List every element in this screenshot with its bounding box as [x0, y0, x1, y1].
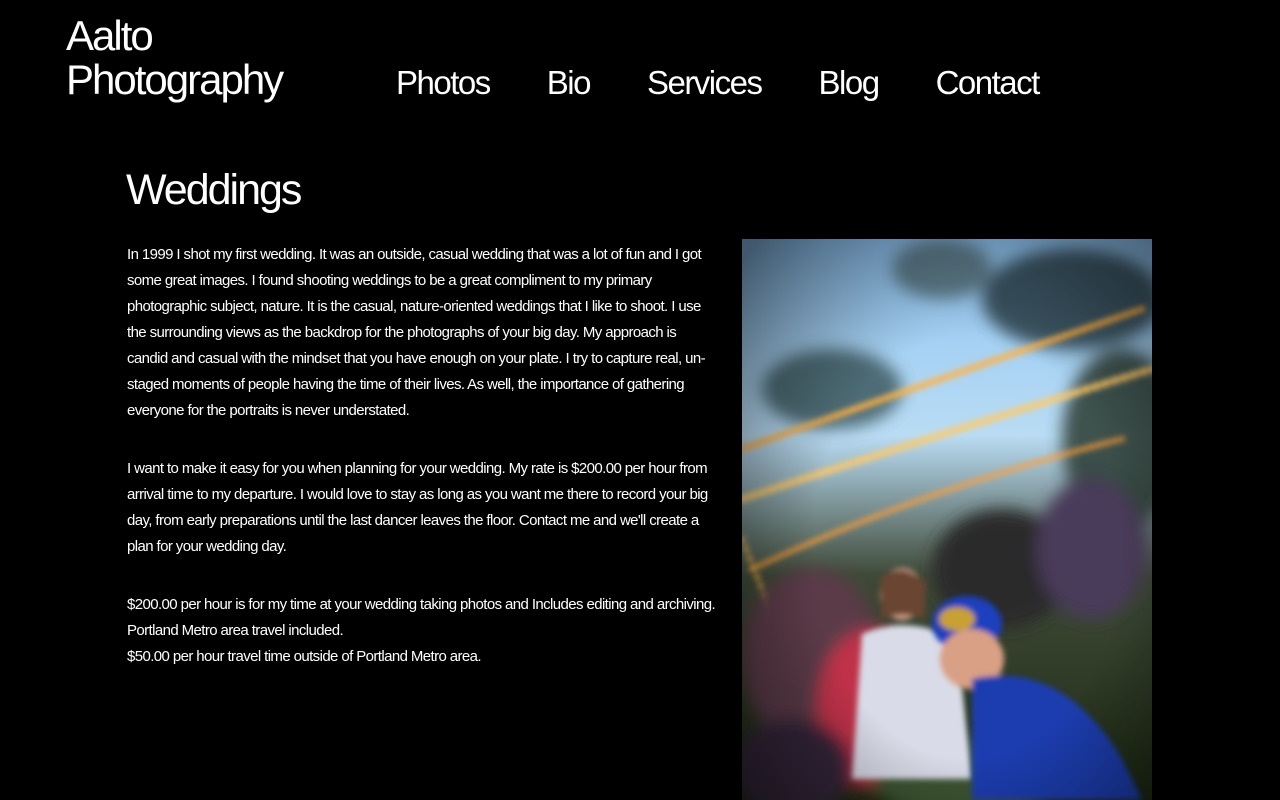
page: Aalto Photography Photos Bio Services Bl…	[0, 0, 1280, 800]
logo-line-1: Aalto	[66, 12, 154, 59]
nav-item-contact[interactable]: Contact	[936, 62, 1041, 104]
pricing-paragraph: I want to make it easy for you when plan…	[127, 460, 708, 555]
nav-item-photos[interactable]: Photos	[396, 62, 491, 104]
rate-line-travel-included: Portland Metro area travel included.	[127, 622, 344, 639]
main-nav: Photos Bio Services Blog Contact	[396, 62, 1096, 104]
nav-item-services[interactable]: Services	[647, 62, 763, 104]
rate-line-travel-outside: $50.00 per hour travel time outside of P…	[127, 648, 482, 665]
intro-paragraph: In 1999 I shot my first wedding. It was …	[127, 246, 706, 419]
site-logo[interactable]: Aalto Photography	[66, 12, 284, 103]
nav-item-blog[interactable]: Blog	[819, 62, 881, 104]
rate-line-hourly: $200.00 per hour is for my time at your …	[127, 596, 716, 613]
rate-details: $200.00 per hour is for my time at your …	[127, 592, 717, 670]
page-content: In 1999 I shot my first wedding. It was …	[127, 242, 717, 702]
logo-line-2: Photography	[66, 56, 284, 103]
nav-item-bio[interactable]: Bio	[547, 62, 592, 104]
wedding-photo-image	[742, 239, 1152, 800]
page-title: Weddings	[126, 166, 302, 214]
wedding-photo	[742, 239, 1152, 800]
